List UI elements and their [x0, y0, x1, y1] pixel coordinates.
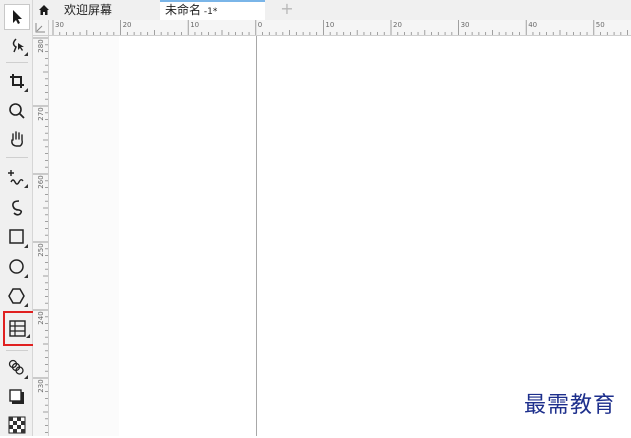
- add-tab-button[interactable]: +: [277, 0, 297, 20]
- flyout-indicator: [26, 334, 30, 338]
- crop-tool-button[interactable]: [4, 68, 30, 94]
- ruler-origin-corner[interactable]: [33, 20, 49, 36]
- flyout-indicator: [24, 375, 28, 379]
- ruler-tick-label: 10: [190, 21, 200, 29]
- artistic-media-tool-button[interactable]: [4, 194, 30, 220]
- flyout-indicator: [24, 303, 28, 307]
- horizontal-ruler[interactable]: 30 20 10 0 10 20 30 40 50: [49, 20, 631, 36]
- ellipse-tool-button[interactable]: [4, 254, 30, 280]
- document-tab-bar: 欢迎屏幕 未命名 -1* +: [33, 0, 631, 21]
- watermark-logo: 最需教育: [523, 393, 616, 418]
- zoom-tool-button[interactable]: [4, 98, 30, 124]
- ruler-tick-label: 240: [37, 311, 45, 325]
- pick-tool-button[interactable]: [4, 4, 30, 30]
- ruler-tick-label: 40: [528, 21, 538, 29]
- vertical-ruler[interactable]: 280 270 260 250 240 230: [33, 36, 49, 436]
- shadow-icon: [9, 389, 24, 404]
- ruler-tick-label: 30: [460, 21, 470, 29]
- tab-document[interactable]: 未命名 -1*: [160, 0, 265, 20]
- flyout-indicator: [24, 52, 28, 56]
- toolbox-separator: [6, 350, 28, 351]
- flyout-indicator: [24, 184, 28, 188]
- ruler-origin-icon: [35, 23, 45, 33]
- tab-welcome-screen[interactable]: 欢迎屏幕: [33, 0, 158, 20]
- flyout-indicator: [24, 244, 28, 248]
- magnifier-icon: [9, 103, 25, 119]
- tab-label: 欢迎屏幕: [64, 3, 113, 17]
- pan-tool-button[interactable]: [4, 126, 30, 152]
- toolbox-separator: [6, 62, 28, 63]
- ruler-tick-label: 20: [122, 21, 132, 29]
- checker-icon: [8, 416, 26, 434]
- vertical-guideline[interactable]: [256, 36, 257, 436]
- document-modified-suffix: -1*: [201, 7, 218, 17]
- freehand-tool-button[interactable]: [4, 164, 30, 190]
- curve-pen-icon: [12, 200, 23, 216]
- flyout-indicator: [24, 88, 28, 92]
- tab-label: 未命名 -1*: [165, 0, 217, 22]
- arrow-pointer-icon: [13, 10, 22, 24]
- hand-icon: [11, 131, 23, 147]
- ruler-tick-label: 280: [37, 39, 45, 53]
- ruler-tick-label: 30: [55, 21, 64, 29]
- ruler-tick-label: 270: [37, 107, 45, 121]
- ruler-tick-label: 230: [37, 379, 45, 393]
- shape-tool-button[interactable]: [4, 32, 30, 58]
- ruler-ticks: [52, 20, 628, 35]
- flyout-indicator: [24, 274, 28, 278]
- table-icon: [9, 319, 26, 337]
- toolbox: [0, 0, 47, 438]
- ruler-tick-label: 50: [595, 21, 605, 29]
- ruler-tick-label: 0: [257, 21, 263, 29]
- transparency-tool-button[interactable]: [4, 412, 30, 438]
- drop-shadow-tool-button[interactable]: [4, 384, 30, 410]
- ruler-tick-label: 10: [325, 21, 335, 29]
- page-area: [49, 36, 119, 436]
- drawing-canvas[interactable]: [49, 36, 631, 436]
- rectangle-tool-button[interactable]: [4, 224, 30, 250]
- toolbox-separator: [6, 157, 28, 158]
- document-name: 未命名: [165, 3, 202, 17]
- ruler-tick-label: 20: [393, 21, 402, 29]
- blend-tool-button[interactable]: [4, 355, 30, 381]
- ruler-tick-label: 250: [37, 243, 45, 257]
- ruler-tick-label: 260: [37, 175, 45, 189]
- home-icon: [39, 5, 49, 15]
- ruler-ticks: [33, 37, 48, 433]
- polygon-tool-button[interactable]: [4, 283, 30, 309]
